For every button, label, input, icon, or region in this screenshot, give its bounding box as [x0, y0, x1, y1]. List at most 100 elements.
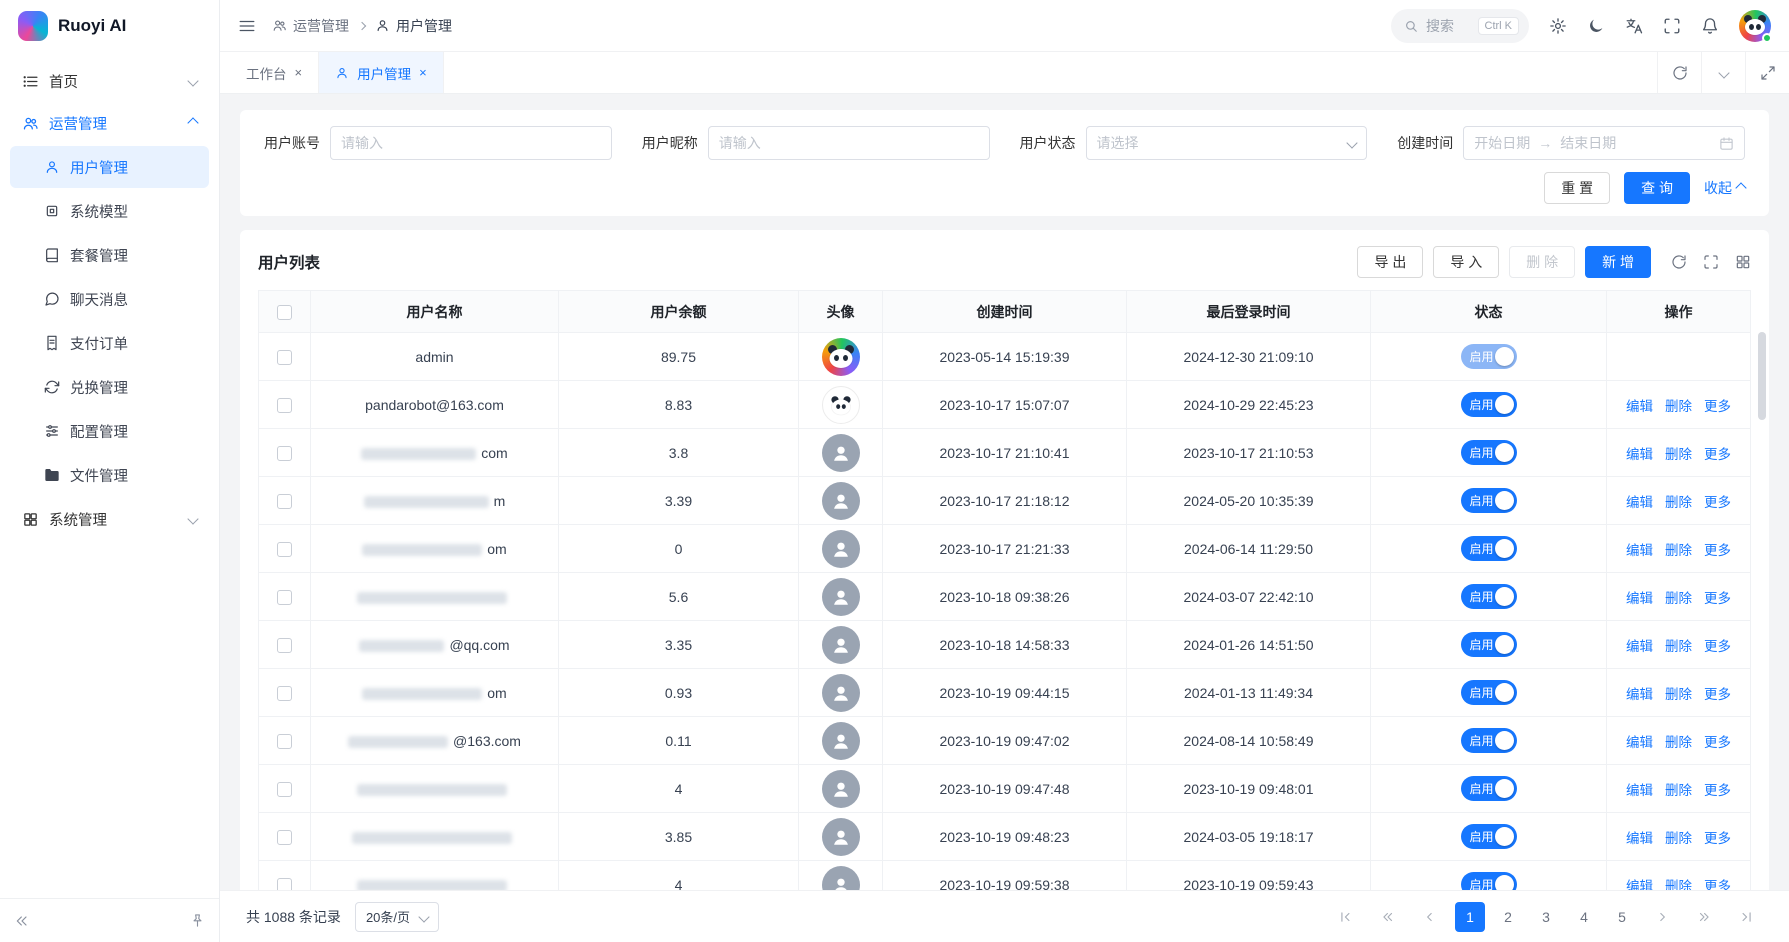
logo[interactable]: Ruoyi AI [0, 0, 219, 52]
more-link[interactable]: 更多 [1704, 687, 1731, 702]
row-checkbox[interactable] [277, 398, 292, 413]
page-button-4[interactable]: 4 [1569, 902, 1599, 932]
edit-link[interactable]: 编辑 [1626, 783, 1653, 798]
row-checkbox[interactable] [277, 494, 292, 509]
export-button[interactable]: 导 出 [1357, 246, 1423, 278]
row-checkbox[interactable] [277, 686, 292, 701]
refresh-tab-icon[interactable] [1657, 52, 1701, 93]
sidebar-item-payment-orders[interactable]: 支付订单 [10, 322, 209, 364]
delete-link[interactable]: 删除 [1665, 639, 1692, 654]
row-checkbox[interactable] [277, 734, 292, 749]
expand-content-icon[interactable] [1745, 52, 1789, 93]
sidebar-item-system-model[interactable]: 系统模型 [10, 190, 209, 232]
status-toggle[interactable]: 启用 [1461, 872, 1517, 890]
page-size-select[interactable]: 20条/页 [355, 902, 439, 932]
first-page-button[interactable] [1329, 902, 1363, 932]
edit-link[interactable]: 编辑 [1626, 447, 1653, 462]
more-link[interactable]: 更多 [1704, 639, 1731, 654]
delete-link[interactable]: 删除 [1665, 495, 1692, 510]
collapse-filters-link[interactable]: 收起 [1704, 178, 1745, 198]
more-link[interactable]: 更多 [1704, 831, 1731, 846]
row-checkbox[interactable] [277, 590, 292, 605]
sidebar-item-config-management[interactable]: 配置管理 [10, 410, 209, 452]
delete-button[interactable]: 删 除 [1509, 246, 1575, 278]
translate-icon[interactable] [1625, 17, 1643, 35]
row-checkbox[interactable] [277, 446, 292, 461]
status-toggle[interactable]: 启用 [1461, 536, 1517, 561]
sidebar-item-package-management[interactable]: 套餐管理 [10, 234, 209, 276]
status-toggle[interactable]: 启用 [1461, 632, 1517, 657]
delete-link[interactable]: 删除 [1665, 399, 1692, 414]
delete-link[interactable]: 删除 [1665, 831, 1692, 846]
pin-icon[interactable] [190, 913, 205, 928]
page-button-5[interactable]: 5 [1607, 902, 1637, 932]
page-button-1[interactable]: 1 [1455, 902, 1485, 932]
notifications-bell-icon[interactable] [1701, 17, 1719, 35]
reset-button[interactable]: 重 置 [1544, 172, 1610, 204]
account-input[interactable] [341, 135, 601, 151]
edit-link[interactable]: 编辑 [1626, 687, 1653, 702]
hamburger-menu-icon[interactable] [238, 17, 256, 35]
delete-link[interactable]: 删除 [1665, 591, 1692, 606]
prev-page-button[interactable] [1413, 902, 1447, 932]
status-toggle[interactable]: 启用 [1461, 344, 1517, 369]
edit-link[interactable]: 编辑 [1626, 543, 1653, 558]
status-toggle[interactable]: 启用 [1461, 392, 1517, 417]
edit-link[interactable]: 编辑 [1626, 735, 1653, 750]
sidebar-item-exchange-management[interactable]: 兑换管理 [10, 366, 209, 408]
settings-gear-icon[interactable] [1549, 17, 1567, 35]
delete-link[interactable]: 删除 [1665, 879, 1692, 891]
row-checkbox[interactable] [277, 878, 292, 890]
edit-link[interactable]: 编辑 [1626, 639, 1653, 654]
sidebar-item-user-management[interactable]: 用户管理 [10, 146, 209, 188]
select-all-checkbox[interactable] [277, 305, 292, 320]
sidebar-item-operations[interactable]: 运营管理 [10, 102, 209, 144]
dark-mode-moon-icon[interactable] [1587, 17, 1605, 35]
sidebar-item-home[interactable]: 首页 [10, 60, 209, 102]
row-checkbox[interactable] [277, 638, 292, 653]
more-link[interactable]: 更多 [1704, 879, 1731, 891]
delete-link[interactable]: 删除 [1665, 687, 1692, 702]
more-link[interactable]: 更多 [1704, 447, 1731, 462]
page-button-2[interactable]: 2 [1493, 902, 1523, 932]
more-link[interactable]: 更多 [1704, 543, 1731, 558]
edit-link[interactable]: 编辑 [1626, 831, 1653, 846]
sidebar-item-chat-messages[interactable]: 聊天消息 [10, 278, 209, 320]
tab-workbench[interactable]: 工作台 × [230, 52, 319, 93]
delete-link[interactable]: 删除 [1665, 543, 1692, 558]
close-icon[interactable]: × [419, 65, 427, 80]
scrollbar-thumb[interactable] [1758, 332, 1766, 420]
status-select[interactable]: 请选择 [1086, 126, 1368, 160]
row-checkbox[interactable] [277, 350, 292, 365]
page-button-3[interactable]: 3 [1531, 902, 1561, 932]
edit-link[interactable]: 编辑 [1626, 495, 1653, 510]
breadcrumb-section[interactable]: 运营管理 [272, 16, 349, 36]
status-toggle[interactable]: 启用 [1461, 440, 1517, 465]
more-link[interactable]: 更多 [1704, 735, 1731, 750]
fullscreen-table-icon[interactable] [1703, 254, 1719, 270]
tab-user-management[interactable]: 用户管理 × [319, 52, 444, 93]
status-toggle[interactable]: 启用 [1461, 488, 1517, 513]
more-link[interactable]: 更多 [1704, 495, 1731, 510]
tab-menu-chevron-icon[interactable] [1701, 52, 1745, 93]
edit-link[interactable]: 编辑 [1626, 399, 1653, 414]
status-toggle[interactable]: 启用 [1461, 776, 1517, 801]
date-range-picker[interactable]: 开始日期 → 结束日期 [1463, 126, 1745, 160]
status-toggle[interactable]: 启用 [1461, 680, 1517, 705]
status-toggle[interactable]: 启用 [1461, 824, 1517, 849]
row-checkbox[interactable] [277, 830, 292, 845]
edit-link[interactable]: 编辑 [1626, 591, 1653, 606]
vertical-scrollbar[interactable] [1758, 332, 1766, 890]
row-checkbox[interactable] [277, 782, 292, 797]
more-link[interactable]: 更多 [1704, 783, 1731, 798]
collapse-sidebar-button[interactable] [14, 913, 30, 929]
more-link[interactable]: 更多 [1704, 591, 1731, 606]
jump-back-button[interactable] [1371, 902, 1405, 932]
status-toggle[interactable]: 启用 [1461, 728, 1517, 753]
column-settings-icon[interactable] [1735, 254, 1751, 270]
delete-link[interactable]: 删除 [1665, 735, 1692, 750]
delete-link[interactable]: 删除 [1665, 783, 1692, 798]
query-button[interactable]: 查 询 [1624, 172, 1690, 204]
sidebar-item-file-management[interactable]: 文件管理 [10, 454, 209, 496]
global-search[interactable]: 搜索 Ctrl K [1391, 9, 1529, 43]
